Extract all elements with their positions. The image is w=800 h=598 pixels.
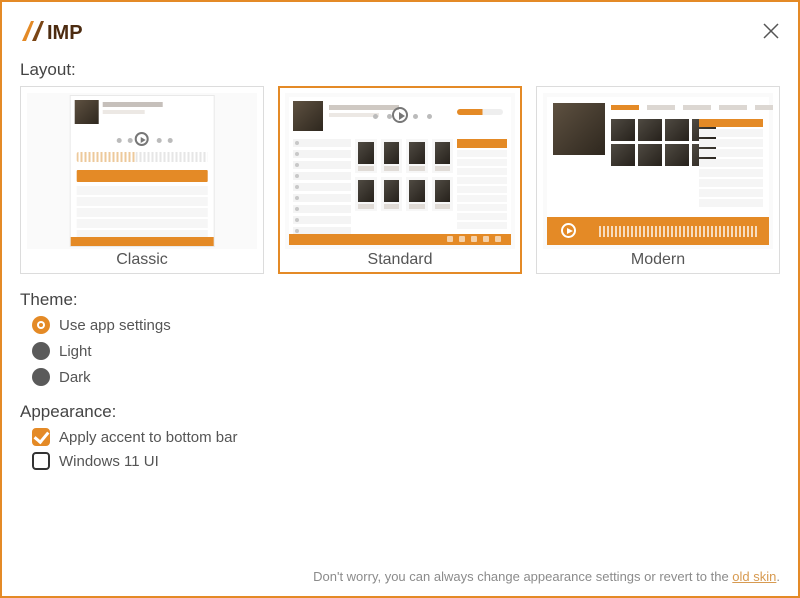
- layout-caption-modern: Modern: [631, 251, 685, 269]
- layout-thumb-classic: [27, 93, 257, 249]
- svg-text:IMP: IMP: [47, 22, 83, 44]
- theme-option-light[interactable]: Light: [32, 342, 780, 360]
- footer-text-after: .: [776, 569, 780, 584]
- layout-thumb-modern: [543, 93, 773, 249]
- radio-label: Dark: [59, 369, 91, 386]
- theme-option-dark[interactable]: Dark: [32, 368, 780, 386]
- layout-option-standard[interactable]: Standard: [278, 86, 522, 274]
- layout-option-classic[interactable]: Classic: [20, 86, 264, 274]
- checkbox-windows-11-ui[interactable]: Windows 11 UI: [32, 452, 780, 470]
- checkbox-label: Apply accent to bottom bar: [59, 429, 237, 446]
- footer-text-before: Don't worry, you can always change appea…: [313, 569, 732, 584]
- theme-section-label: Theme:: [20, 290, 780, 310]
- layout-options: Classic: [20, 86, 780, 274]
- layout-caption-classic: Classic: [116, 251, 168, 269]
- radio-indicator: [32, 316, 50, 334]
- old-skin-link[interactable]: old skin: [732, 569, 776, 584]
- checkbox-label: Windows 11 UI: [59, 453, 159, 470]
- title-bar: IMP: [20, 12, 780, 50]
- appearance-setup-window: IMP Layout: Classic: [0, 0, 800, 598]
- layout-caption-standard: Standard: [368, 251, 433, 269]
- close-button[interactable]: [762, 22, 780, 40]
- theme-radios: Use app settings Light Dark: [20, 316, 780, 386]
- checkbox-indicator: [32, 452, 50, 470]
- radio-label: Use app settings: [59, 317, 171, 334]
- radio-indicator: [32, 342, 50, 360]
- radio-indicator: [32, 368, 50, 386]
- footer-hint: Don't worry, you can always change appea…: [302, 568, 780, 586]
- checkbox-apply-accent-bottom-bar[interactable]: Apply accent to bottom bar: [32, 428, 780, 446]
- theme-option-use-app-settings[interactable]: Use app settings: [32, 316, 780, 334]
- layout-section-label: Layout:: [20, 60, 780, 80]
- layout-thumb-standard: [285, 93, 515, 249]
- radio-label: Light: [59, 343, 92, 360]
- checkbox-indicator: [32, 428, 50, 446]
- layout-option-modern[interactable]: Modern: [536, 86, 780, 274]
- appearance-section-label: Appearance:: [20, 402, 780, 422]
- aimp-logo: IMP: [20, 18, 108, 44]
- appearance-checkboxes: Apply accent to bottom bar Windows 11 UI: [20, 428, 780, 470]
